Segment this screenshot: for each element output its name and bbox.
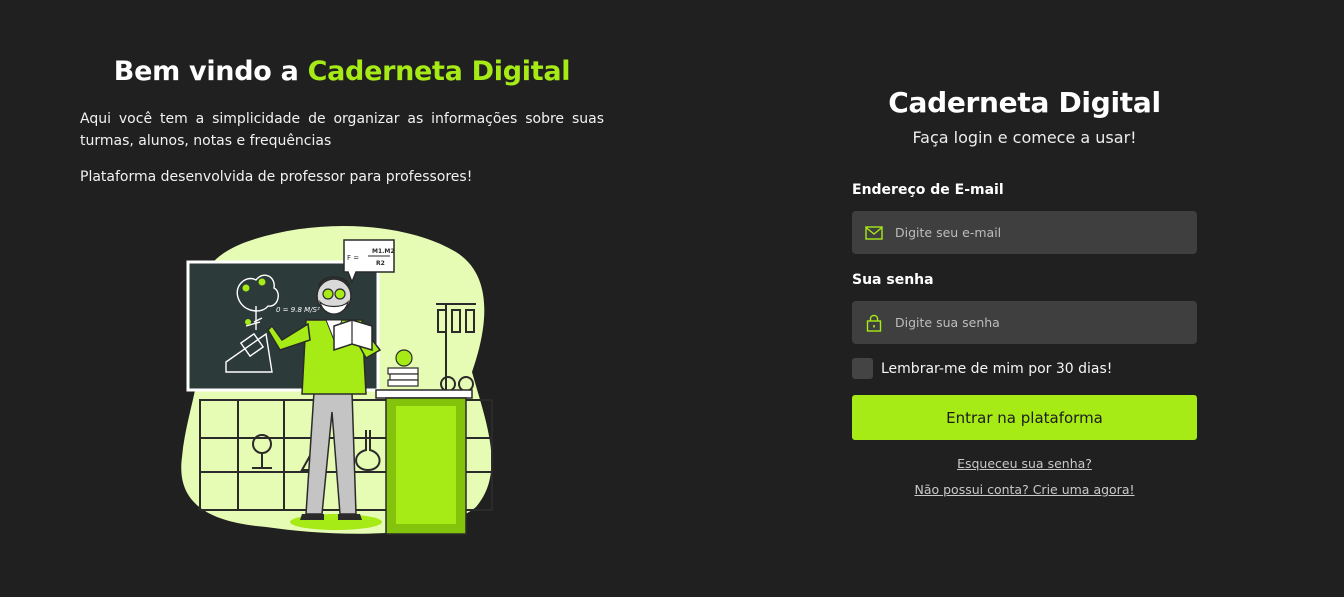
board-equation: 0 = 9.8 M/S² <box>276 306 320 314</box>
password-input[interactable] <box>895 315 1185 330</box>
remember-label[interactable]: Lembrar-me de mim por 30 dias! <box>881 361 1112 377</box>
formula-top: M1.M2 <box>372 248 395 255</box>
welcome-tagline: Plataforma desenvolvida de professor par… <box>80 169 473 185</box>
welcome-title-prefix: Bem vindo a <box>113 56 308 87</box>
mail-icon <box>864 223 884 243</box>
teacher-illustration: 0 = 9.8 M/S² F = M1.M2 R2 <box>176 222 506 540</box>
email-input[interactable] <box>895 225 1185 240</box>
welcome-panel: Bem vindo a Caderneta Digital Aqui você … <box>80 0 604 597</box>
email-field[interactable] <box>852 211 1197 254</box>
password-label: Sua senha <box>852 272 934 288</box>
welcome-title-brand: Caderneta Digital <box>307 56 571 87</box>
lock-icon <box>864 313 884 333</box>
login-title: Caderneta Digital <box>888 86 1161 119</box>
formula-prefix: F = <box>347 254 359 262</box>
remember-checkbox[interactable] <box>852 358 873 379</box>
welcome-title: Bem vindo a Caderneta Digital <box>80 56 604 87</box>
email-label: Endereço de E-mail <box>852 182 1004 198</box>
forgot-password-link[interactable]: Esqueceu sua senha? <box>852 456 1197 471</box>
signup-link[interactable]: Não possui conta? Crie uma agora! <box>852 482 1197 497</box>
login-button[interactable]: Entrar na plataforma <box>852 395 1197 440</box>
remember-me: Lembrar-me de mim por 30 dias! <box>852 358 1112 379</box>
welcome-description: Aqui você tem a simplicidade de organiza… <box>80 111 604 149</box>
login-panel: Caderneta Digital Faça login e comece a … <box>852 0 1197 597</box>
password-field[interactable] <box>852 301 1197 344</box>
login-subtitle: Faça login e comece a usar! <box>912 128 1137 147</box>
formula-bottom: R2 <box>376 260 385 267</box>
